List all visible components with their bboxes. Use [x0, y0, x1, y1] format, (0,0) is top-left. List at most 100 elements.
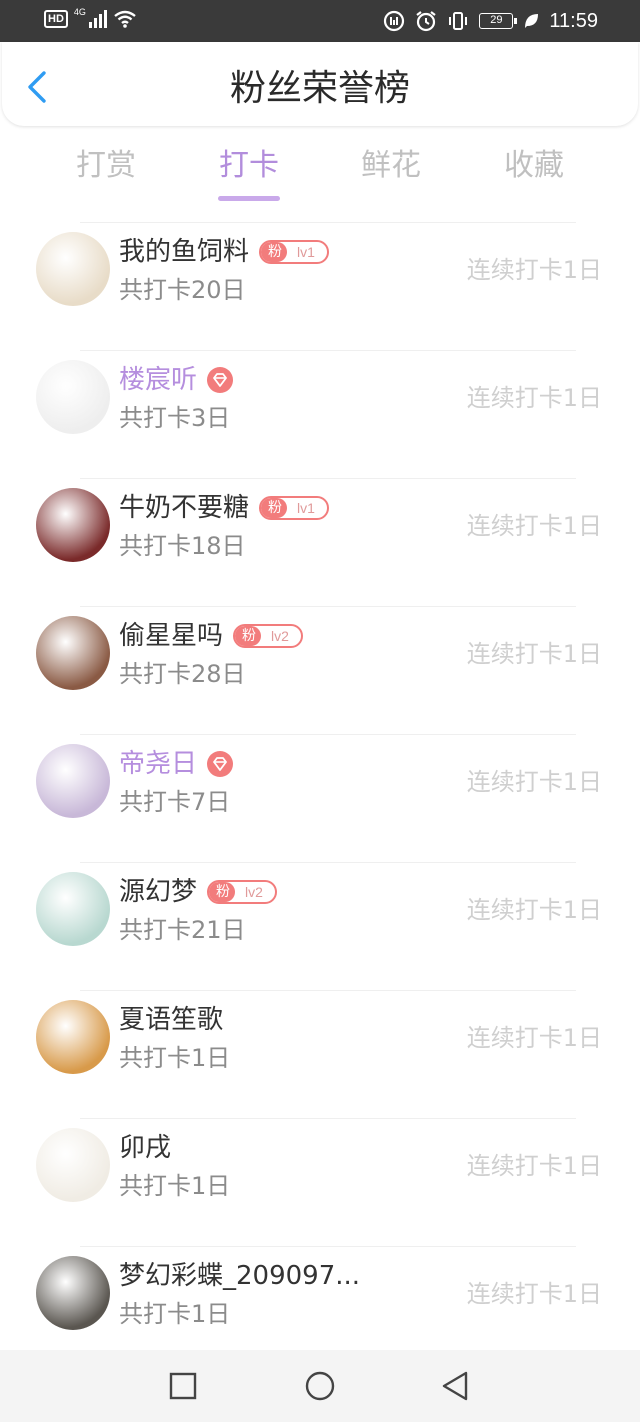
avatar[interactable]: [36, 1000, 110, 1074]
avatar[interactable]: [36, 1256, 110, 1330]
streak-checkins: 连续打卡1日: [466, 1152, 602, 1180]
alarm-icon: [416, 11, 437, 32]
fan-badge-level: lv2: [271, 628, 289, 644]
streak-checkins: 连续打卡1日: [466, 768, 602, 796]
diamond-icon: [207, 751, 234, 777]
name-line: 卯戌: [119, 1128, 171, 1168]
status-right: 29 11:59: [383, 9, 598, 33]
battery-icon: 29: [479, 13, 518, 29]
total-checkins: 共打卡1日: [119, 1044, 231, 1072]
back-triangle-icon[interactable]: [440, 1370, 472, 1402]
avatar[interactable]: [36, 232, 110, 306]
avatar[interactable]: [36, 616, 110, 690]
streak-checkins: 连续打卡1日: [466, 640, 602, 668]
total-checkins: 共打卡18日: [119, 532, 246, 560]
hd-icon: HD: [44, 10, 68, 28]
total-checkins: 共打卡3日: [119, 404, 231, 432]
fan-badge-label: 粉: [261, 242, 288, 262]
list-item[interactable]: 我的鱼饲料粉 lv1 共打卡20日 连续打卡1日: [0, 208, 640, 336]
fan-name[interactable]: 梦幻彩蝶_209097...: [119, 1256, 360, 1296]
fan-name[interactable]: 帝尧日: [119, 744, 197, 784]
row-divider: [80, 734, 576, 735]
avatar[interactable]: [36, 1128, 110, 1202]
recent-apps-icon[interactable]: [167, 1370, 199, 1402]
fan-name[interactable]: 偷星星吗: [119, 616, 223, 656]
streak-checkins: 连续打卡1日: [466, 1280, 602, 1308]
fan-level-badge: 粉 lv1: [259, 240, 329, 264]
row-divider: [80, 478, 576, 479]
row-divider: [80, 606, 576, 607]
name-line: 牛奶不要糖粉 lv1: [119, 488, 329, 528]
total-checkins: 共打卡7日: [119, 788, 231, 816]
tab-bar: 打赏 打卡 鲜花 收藏: [0, 140, 640, 204]
diamond-icon: [207, 367, 234, 393]
fan-name[interactable]: 卯戌: [119, 1128, 171, 1168]
row-divider: [80, 222, 576, 223]
streak-checkins: 连续打卡1日: [466, 896, 602, 924]
row-divider: [80, 1246, 576, 1247]
list-item[interactable]: 偷星星吗粉 lv2 共打卡28日 连续打卡1日: [0, 592, 640, 720]
total-checkins: 共打卡20日: [119, 276, 246, 304]
total-checkins: 共打卡28日: [119, 660, 246, 688]
fan-level-badge: 粉 lv1: [259, 496, 329, 520]
vibrate-icon: [449, 12, 468, 30]
fan-level-badge: 粉 lv2: [207, 880, 277, 904]
name-line: 梦幻彩蝶_209097...: [119, 1256, 360, 1296]
fan-badge-label: 粉: [235, 626, 262, 646]
page-title: 粉丝荣誉榜: [229, 68, 410, 109]
clock: 11:59: [549, 10, 598, 32]
fan-name[interactable]: 夏语笙歌: [119, 1000, 223, 1040]
system-nav-bar: [0, 1350, 640, 1422]
streak-checkins: 连续打卡1日: [466, 1024, 602, 1052]
fan-badge-label: 粉: [261, 498, 288, 518]
list-item[interactable]: 梦幻彩蝶_209097... 共打卡1日 连续打卡1日: [0, 1232, 640, 1360]
fan-name[interactable]: 源幻梦: [119, 872, 197, 912]
tab-tip[interactable]: 打赏: [46, 140, 166, 192]
streak-checkins: 连续打卡1日: [466, 384, 602, 412]
fan-badge-level: lv1: [297, 244, 315, 260]
data-saver-icon: [384, 10, 405, 32]
fan-name[interactable]: 牛奶不要糖: [119, 488, 249, 528]
tab-collect[interactable]: 收藏: [474, 140, 594, 192]
streak-checkins: 连续打卡1日: [466, 256, 602, 284]
list-item[interactable]: 源幻梦粉 lv2 共打卡21日 连续打卡1日: [0, 848, 640, 976]
streak-checkins: 连续打卡1日: [466, 512, 602, 540]
list-item[interactable]: 牛奶不要糖粉 lv1 共打卡18日 连续打卡1日: [0, 464, 640, 592]
list-item[interactable]: 夏语笙歌共打卡1日 连续打卡1日: [0, 976, 640, 1104]
network-type: 4G: [73, 7, 86, 17]
leaf-icon: [525, 14, 539, 28]
fan-badge-label: 粉: [209, 882, 236, 902]
name-line: 偷星星吗粉 lv2: [119, 616, 303, 656]
tab-checkin[interactable]: 打卡: [189, 140, 309, 192]
status-left: HD 4G: [44, 7, 136, 28]
total-checkins: 共打卡1日: [119, 1172, 231, 1200]
row-divider: [80, 990, 576, 991]
signal-icon: [88, 10, 107, 28]
row-divider: [80, 350, 576, 351]
tab-indicator: [218, 196, 280, 201]
name-line: 楼宸听: [119, 360, 234, 400]
fan-badge-level: lv2: [245, 884, 263, 900]
fan-badge-level: lv1: [297, 500, 315, 516]
name-line: 帝尧日: [119, 744, 234, 784]
home-icon[interactable]: [304, 1370, 336, 1402]
list-item[interactable]: 帝尧日共打卡7日 连续打卡1日: [0, 720, 640, 848]
avatar[interactable]: [36, 744, 110, 818]
fan-name[interactable]: 我的鱼饲料: [119, 232, 249, 272]
list-item[interactable]: 楼宸听共打卡3日 连续打卡1日: [0, 336, 640, 464]
total-checkins: 共打卡1日: [119, 1300, 231, 1328]
status-bar: HD 4G 29 11:59: [0, 0, 640, 42]
row-divider: [80, 1118, 576, 1119]
tab-flowers[interactable]: 鲜花: [331, 140, 451, 192]
wifi-icon: [114, 10, 136, 28]
name-line: 我的鱼饲料粉 lv1: [119, 232, 329, 272]
name-line: 源幻梦粉 lv2: [119, 872, 277, 912]
avatar[interactable]: [36, 872, 110, 946]
total-checkins: 共打卡21日: [119, 916, 246, 944]
avatar[interactable]: [36, 488, 110, 562]
fan-name[interactable]: 楼宸听: [119, 360, 197, 400]
list-item[interactable]: 卯戌共打卡1日 连续打卡1日: [0, 1104, 640, 1232]
avatar[interactable]: [36, 360, 110, 434]
fan-level-badge: 粉 lv2: [233, 624, 303, 648]
name-line: 夏语笙歌: [119, 1000, 223, 1040]
